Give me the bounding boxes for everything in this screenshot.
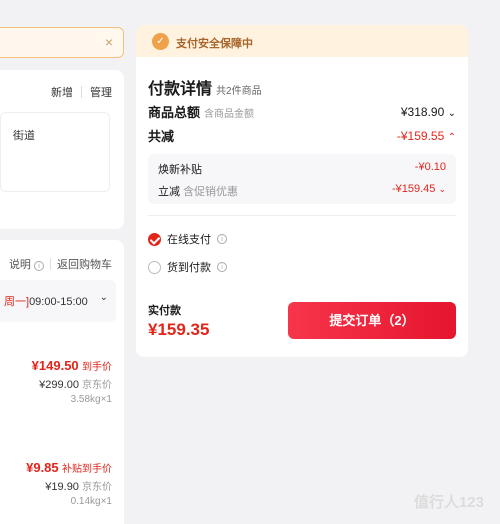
watermark: 值行人123: [413, 494, 484, 511]
delivery-time: 09:00-15:00: [29, 296, 88, 308]
info-icon[interactable]: i: [217, 234, 227, 244]
item-2-price: ¥9.85: [26, 460, 59, 475]
item-1-price-line: ¥149.50 到手价: [32, 358, 112, 373]
discount-row[interactable]: 共减 -¥159.55 ⌃: [148, 126, 456, 145]
item-1-price: ¥149.50: [31, 358, 79, 373]
item-2-spec: 0.14kg×1: [70, 496, 112, 507]
divider: [81, 86, 82, 98]
item-2-price-tag: 补贴到手价: [62, 464, 112, 475]
delivery-slot-select[interactable]: 周一]09:00-15:00 ⌄: [0, 280, 116, 322]
divider: [148, 215, 456, 216]
item-1-orig-line: ¥299.00 京东价: [39, 376, 112, 391]
radio-unchecked-icon[interactable]: [148, 260, 161, 274]
item-2-orig-price: ¥19.90: [45, 481, 79, 493]
address-street: 街道: [13, 130, 35, 142]
close-icon[interactable]: ×: [105, 34, 113, 50]
submit-order-button[interactable]: 提交订单（2）: [288, 302, 456, 339]
discount-breakdown: 焕新补贴 -¥0.10 立减 含促销优惠 -¥159.45 ⌄: [148, 154, 456, 204]
subsidy-row: 焕新补贴 -¥0.10: [158, 161, 446, 177]
cash-on-delivery-label: 货到付款: [167, 262, 211, 274]
item-1-orig-price: ¥299.00: [39, 379, 79, 391]
info-icon[interactable]: i: [217, 262, 227, 272]
item-2-orig-line: ¥19.90 京东价: [45, 478, 112, 493]
address-box[interactable]: 街道: [0, 112, 110, 192]
shield-icon: ✓: [152, 33, 169, 50]
cash-on-delivery-option[interactable]: 货到付款 i: [148, 259, 227, 275]
back-to-cart-link[interactable]: 返回购物车: [57, 256, 112, 272]
info-icon: i: [34, 261, 44, 271]
payment-title-text: 付款详情: [148, 81, 213, 98]
total-label: 实付款: [148, 305, 181, 317]
item-1-orig-tag: 京东价: [82, 380, 112, 391]
chevron-down-icon: ⌄: [99, 292, 108, 303]
address-card: 新增 管理 街道: [0, 70, 124, 229]
instant-discount-hint: 含促销优惠: [183, 186, 239, 198]
pay-online-option[interactable]: 在线支付 i: [148, 231, 227, 247]
payment-detail-card: 付款详情 共2件商品 商品总额 含商品金额 ¥318.90 ⌄ 共减 -¥159.5…: [136, 57, 468, 357]
instant-discount-row[interactable]: 立减 含促销优惠 -¥159.45 ⌄: [158, 183, 446, 199]
security-banner: ✓ 支付安全保障中: [136, 25, 468, 57]
payment-title: 付款详情 共2件商品: [148, 75, 262, 99]
instant-discount-label: 立减: [158, 186, 180, 198]
delivery-day: 周一]: [4, 296, 30, 308]
notice-bar: ×: [0, 27, 124, 58]
radio-checked-icon[interactable]: [148, 232, 161, 246]
discount-label: 共减: [148, 129, 175, 144]
divider: [50, 258, 51, 270]
chevron-down-icon: ⌄: [438, 184, 446, 194]
chevron-down-icon: ⌄: [447, 107, 456, 119]
item-count: 共2件商品: [216, 86, 262, 97]
item-2-price-line: ¥9.85 补贴到手价: [26, 460, 112, 475]
item-1-spec: 3.58kg×1: [70, 394, 112, 405]
subsidy-label: 焕新补贴: [158, 164, 202, 176]
instant-discount-value: -¥159.45: [391, 183, 436, 195]
total-amount: ¥159.35: [148, 320, 210, 339]
pay-online-label: 在线支付: [167, 234, 211, 246]
manage-address-link[interactable]: 管理: [90, 84, 112, 100]
note-link[interactable]: 说明 i: [9, 256, 44, 272]
subtotal-row[interactable]: 商品总额 含商品金额 ¥318.90 ⌄: [148, 102, 456, 121]
item-2-orig-tag: 京东价: [82, 482, 112, 493]
discount-value: -¥159.55: [396, 128, 445, 143]
chevron-up-icon: ⌃: [447, 131, 456, 143]
goods-card: 说明 i 返回购物车 周一]09:00-15:00 ⌄ ¥149.50 到手价 …: [0, 240, 124, 524]
subtotal-hint: 含商品金额: [204, 109, 255, 120]
add-address-link[interactable]: 新增: [51, 84, 73, 100]
security-text: 支付安全保障中: [176, 38, 253, 50]
subtotal-value: ¥318.90: [400, 104, 445, 119]
subsidy-value: -¥0.10: [414, 161, 446, 173]
subtotal-label: 商品总额: [148, 105, 201, 120]
item-1-price-tag: 到手价: [82, 362, 112, 373]
